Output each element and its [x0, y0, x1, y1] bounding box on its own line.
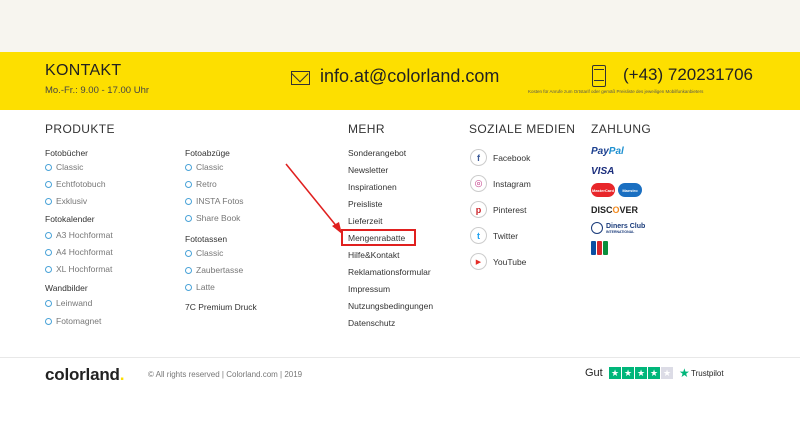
footer-link-fotokalender[interactable]: Fotokalender — [45, 214, 95, 224]
pinterest-icon: p — [470, 201, 487, 218]
contact-title: KONTAKT — [45, 62, 122, 79]
trustpilot-star-icon: ★ — [679, 366, 690, 380]
diners-club-logo: Diners Club INTERNATIONAL — [591, 222, 645, 234]
footer-link-hilfe-kontakt[interactable]: Hilfe&Kontakt — [348, 250, 400, 260]
maestro-logo: Maestro — [618, 183, 642, 197]
copyright-text: © All rights reserved | Colorland.com | … — [148, 370, 303, 379]
annotation-arrow — [285, 163, 342, 234]
footer-link-echtfotobuch[interactable]: Echtfotobuch — [45, 179, 106, 189]
rating-star-icon: ★ — [609, 367, 621, 379]
paypal-text-a: Pay — [591, 146, 609, 157]
rating-star-icon: ★ — [648, 367, 660, 379]
social-label: Facebook — [493, 153, 531, 163]
footer-link-datenschutz[interactable]: Datenschutz — [348, 318, 395, 328]
footer-link-nutzungsbedingungen[interactable]: Nutzungsbedingungen — [348, 301, 433, 311]
rating-star-icon: ★ — [661, 367, 673, 379]
paypal-text-b: Pal — [608, 146, 624, 157]
footer-link-exklusiv[interactable]: Exklusiv — [45, 196, 87, 206]
rating-star-icon: ★ — [622, 367, 634, 379]
footer-link-inspirationen[interactable]: Inspirationen — [348, 182, 397, 192]
footer-link-fotoabzuege[interactable]: Fotoabzüge — [185, 148, 230, 158]
footer-link-lieferzeit[interactable]: Lieferzeit — [348, 216, 383, 226]
footer-link-fotobuch-classic[interactable]: Classic — [45, 162, 83, 172]
contact-hours: Mo.-Fr.: 9.00 - 17.00 Uhr — [45, 85, 150, 96]
logo-dot: . — [119, 365, 125, 384]
footer-divider — [0, 357, 800, 358]
mehr-title: MEHR — [348, 122, 385, 136]
contact-bar: KONTAKT Mo.-Fr.: 9.00 - 17.00 Uhr info.a… — [0, 52, 800, 110]
footer-link-retro[interactable]: Retro — [185, 179, 217, 189]
mastercard-logo: MasterCard — [591, 183, 615, 197]
phone-cost-note: Kosten für Anrufe zum Ortstarif oder gem… — [528, 89, 704, 94]
soziale-medien-title: SOZIALE MEDIEN — [469, 122, 576, 136]
footer-link-wandbilder[interactable]: Wandbilder — [45, 283, 88, 293]
footer-link-a3-hochformat[interactable]: A3 Hochformat — [45, 230, 113, 240]
footer-link-insta-fotos[interactable]: INSTA Fotos — [185, 196, 244, 206]
footer-link-7c-premium-druck[interactable]: 7C Premium Druck — [185, 302, 257, 312]
logo-text: colorland — [45, 365, 120, 384]
social-label: Pinterest — [493, 205, 527, 215]
instagram-icon: ◎ — [470, 175, 487, 192]
mobile-phone-icon — [592, 65, 606, 87]
colorland-logo[interactable]: colorland. — [45, 365, 124, 385]
visa-logo: VISA — [591, 166, 615, 177]
discover-logo: DISCOVER — [591, 205, 638, 215]
footer-link-latte[interactable]: Latte — [185, 282, 215, 292]
facebook-icon: f — [470, 149, 487, 166]
twitter-icon: t — [470, 227, 487, 244]
jcb-stripe-red — [597, 241, 602, 255]
rating-star-icon: ★ — [635, 367, 647, 379]
footer-link-fotomagnet[interactable]: Fotomagnet — [45, 316, 101, 326]
footer-link-leinwand[interactable]: Leinwand — [45, 298, 92, 308]
youtube-icon: ▶ — [470, 253, 487, 270]
social-label: Instagram — [493, 179, 531, 189]
paypal-logo: PayPal — [591, 146, 624, 157]
footer-link-fototassen[interactable]: Fototassen — [185, 234, 227, 244]
footer-link-share-book[interactable]: Share Book — [185, 213, 240, 223]
discover-text-b: VER — [619, 205, 639, 215]
footer-link-impressum[interactable]: Impressum — [348, 284, 390, 294]
jcb-stripe-green — [603, 241, 608, 255]
rating-label: Gut — [585, 367, 603, 379]
footer-link-tasse-classic[interactable]: Classic — [185, 248, 223, 258]
footer-link-fotobuecher[interactable]: Fotobücher — [45, 148, 88, 158]
produkte-title: PRODUKTE — [45, 122, 115, 136]
jcb-stripe-blue — [591, 241, 596, 255]
footer-link-newsletter[interactable]: Newsletter — [348, 165, 388, 175]
social-label: Twitter — [493, 231, 519, 241]
discover-text-a: DISC — [591, 205, 613, 215]
highlight-box-mengenrabatte — [341, 229, 416, 246]
footer-link-reklamationsformular[interactable]: Reklamationsformular — [348, 267, 431, 277]
social-label: YouTube — [493, 257, 527, 267]
top-band — [0, 0, 800, 52]
footer-link-sonderangebot[interactable]: Sonderangebot — [348, 148, 406, 158]
trustpilot-link[interactable]: Trustpilot — [691, 369, 724, 378]
footer-link-fotoabzug-classic[interactable]: Classic — [185, 162, 223, 172]
contact-phone-link[interactable]: (+43) 720231706 — [623, 65, 753, 85]
diners-text: Diners Club — [606, 222, 646, 230]
footer-link-xl-hochformat[interactable]: XL Hochformat — [45, 264, 112, 274]
zahlung-title: ZAHLUNG — [591, 122, 652, 136]
diners-subtext: INTERNATIONAL — [606, 229, 635, 234]
footer-link-zaubertasse[interactable]: Zaubertasse — [185, 265, 243, 275]
diners-ring-icon — [591, 222, 603, 234]
discover-text-o: O — [612, 205, 620, 215]
trustpilot-stars[interactable]: ★ ★ ★ ★ ★ — [609, 367, 673, 379]
footer-link-preisliste[interactable]: Preisliste — [348, 199, 382, 209]
footer-link-a4-hochformat[interactable]: A4 Hochformat — [45, 247, 113, 257]
mail-icon — [291, 71, 310, 85]
contact-email-link[interactable]: info.at@colorland.com — [320, 66, 499, 87]
jcb-logo — [591, 241, 608, 255]
card-logos-row: MasterCard Maestro — [591, 183, 642, 197]
